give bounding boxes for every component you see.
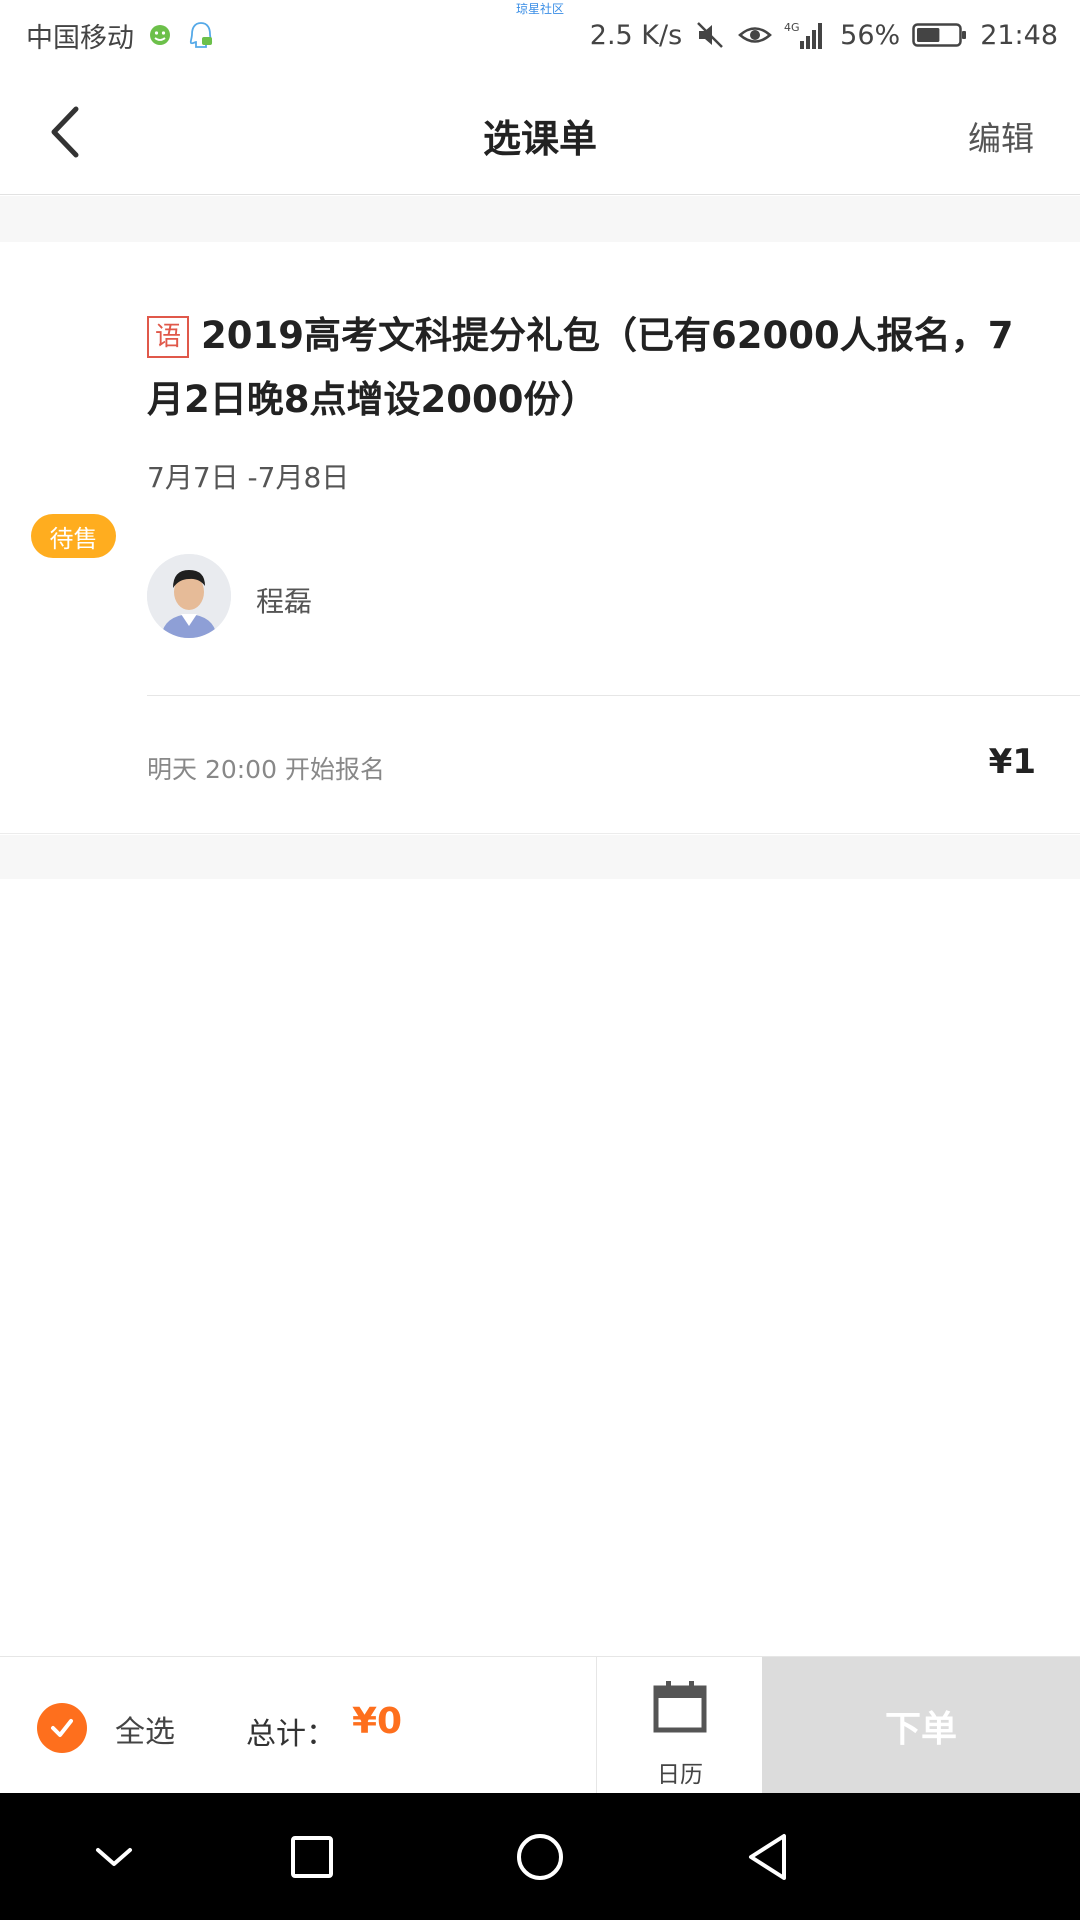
section-gap-bottom	[0, 835, 1080, 879]
status-badge: 待售	[31, 514, 116, 558]
mute-icon	[694, 19, 726, 51]
calendar-label: 日历	[657, 1762, 703, 1788]
battery-icon	[912, 21, 968, 49]
course-title[interactable]: 语 2019高考文科提分礼包（已有62000人报名，7月2日晚8点增设2000份）	[147, 304, 1047, 432]
carrier-label: 中国移动	[26, 22, 134, 54]
enroll-start-text: 明天 20:00 开始报名	[147, 755, 385, 784]
nav-back-button[interactable]	[736, 1825, 800, 1889]
signal-icon: 4G	[784, 19, 828, 51]
course-title-text: 2019高考文科提分礼包（已有62000人报名，7月2日晚8点增设2000份）	[147, 314, 1014, 421]
section-gap	[0, 196, 1080, 242]
place-order-button[interactable]: 下单	[762, 1657, 1080, 1794]
chat-notification-icon	[186, 20, 216, 50]
circle-home-icon	[517, 1834, 563, 1880]
calendar-icon	[653, 1681, 707, 1733]
clock-time: 21:48	[980, 19, 1058, 51]
nav-recents-button[interactable]	[280, 1825, 344, 1889]
system-nav-bar	[0, 1793, 1080, 1920]
teacher-avatar-image	[147, 554, 231, 638]
course-date-range: 7月7日 -7月8日	[147, 461, 350, 494]
check-icon	[51, 1719, 73, 1737]
page-title: 选课单	[482, 117, 597, 161]
edit-button[interactable]: 编辑	[968, 112, 1034, 160]
total-value: ¥0	[352, 1701, 403, 1742]
app-header: 选课单 编辑	[0, 70, 1080, 195]
course-price: ¥1	[988, 742, 1036, 782]
teacher-avatar[interactable]	[147, 554, 231, 638]
subject-tag: 语	[147, 316, 189, 358]
status-bar: 琼星社区 中国移动 2.5 K/s 4G 56% 21:48	[0, 0, 1080, 70]
eye-comfort-icon	[738, 22, 773, 48]
course-card[interactable]: 待售 语 2019高考文科提分礼包（已有62000人报名，7月2日晚8点增设200…	[0, 242, 1080, 834]
network-type-label: 4G	[784, 21, 800, 34]
bottom-action-bar: 全选 总计： ¥0 日历 下单	[0, 1656, 1080, 1794]
square-recents-icon	[291, 1836, 333, 1878]
calendar-button[interactable]: 日历	[596, 1657, 762, 1794]
total-label: 总计：	[246, 1717, 336, 1752]
battery-percent: 56%	[840, 19, 901, 51]
select-all-checkbox[interactable]	[37, 1703, 87, 1753]
app-notification-icon	[148, 23, 172, 47]
chevron-down-icon	[96, 1848, 132, 1866]
triangle-back-icon	[749, 1834, 786, 1880]
network-speed: 2.5 K/s	[589, 19, 683, 51]
nav-home-button[interactable]	[508, 1825, 572, 1889]
select-all-label[interactable]: 全选	[115, 1707, 175, 1751]
card-divider	[147, 695, 1080, 696]
teacher-name: 程磊	[256, 585, 313, 618]
nav-collapse-button[interactable]	[82, 1825, 146, 1889]
